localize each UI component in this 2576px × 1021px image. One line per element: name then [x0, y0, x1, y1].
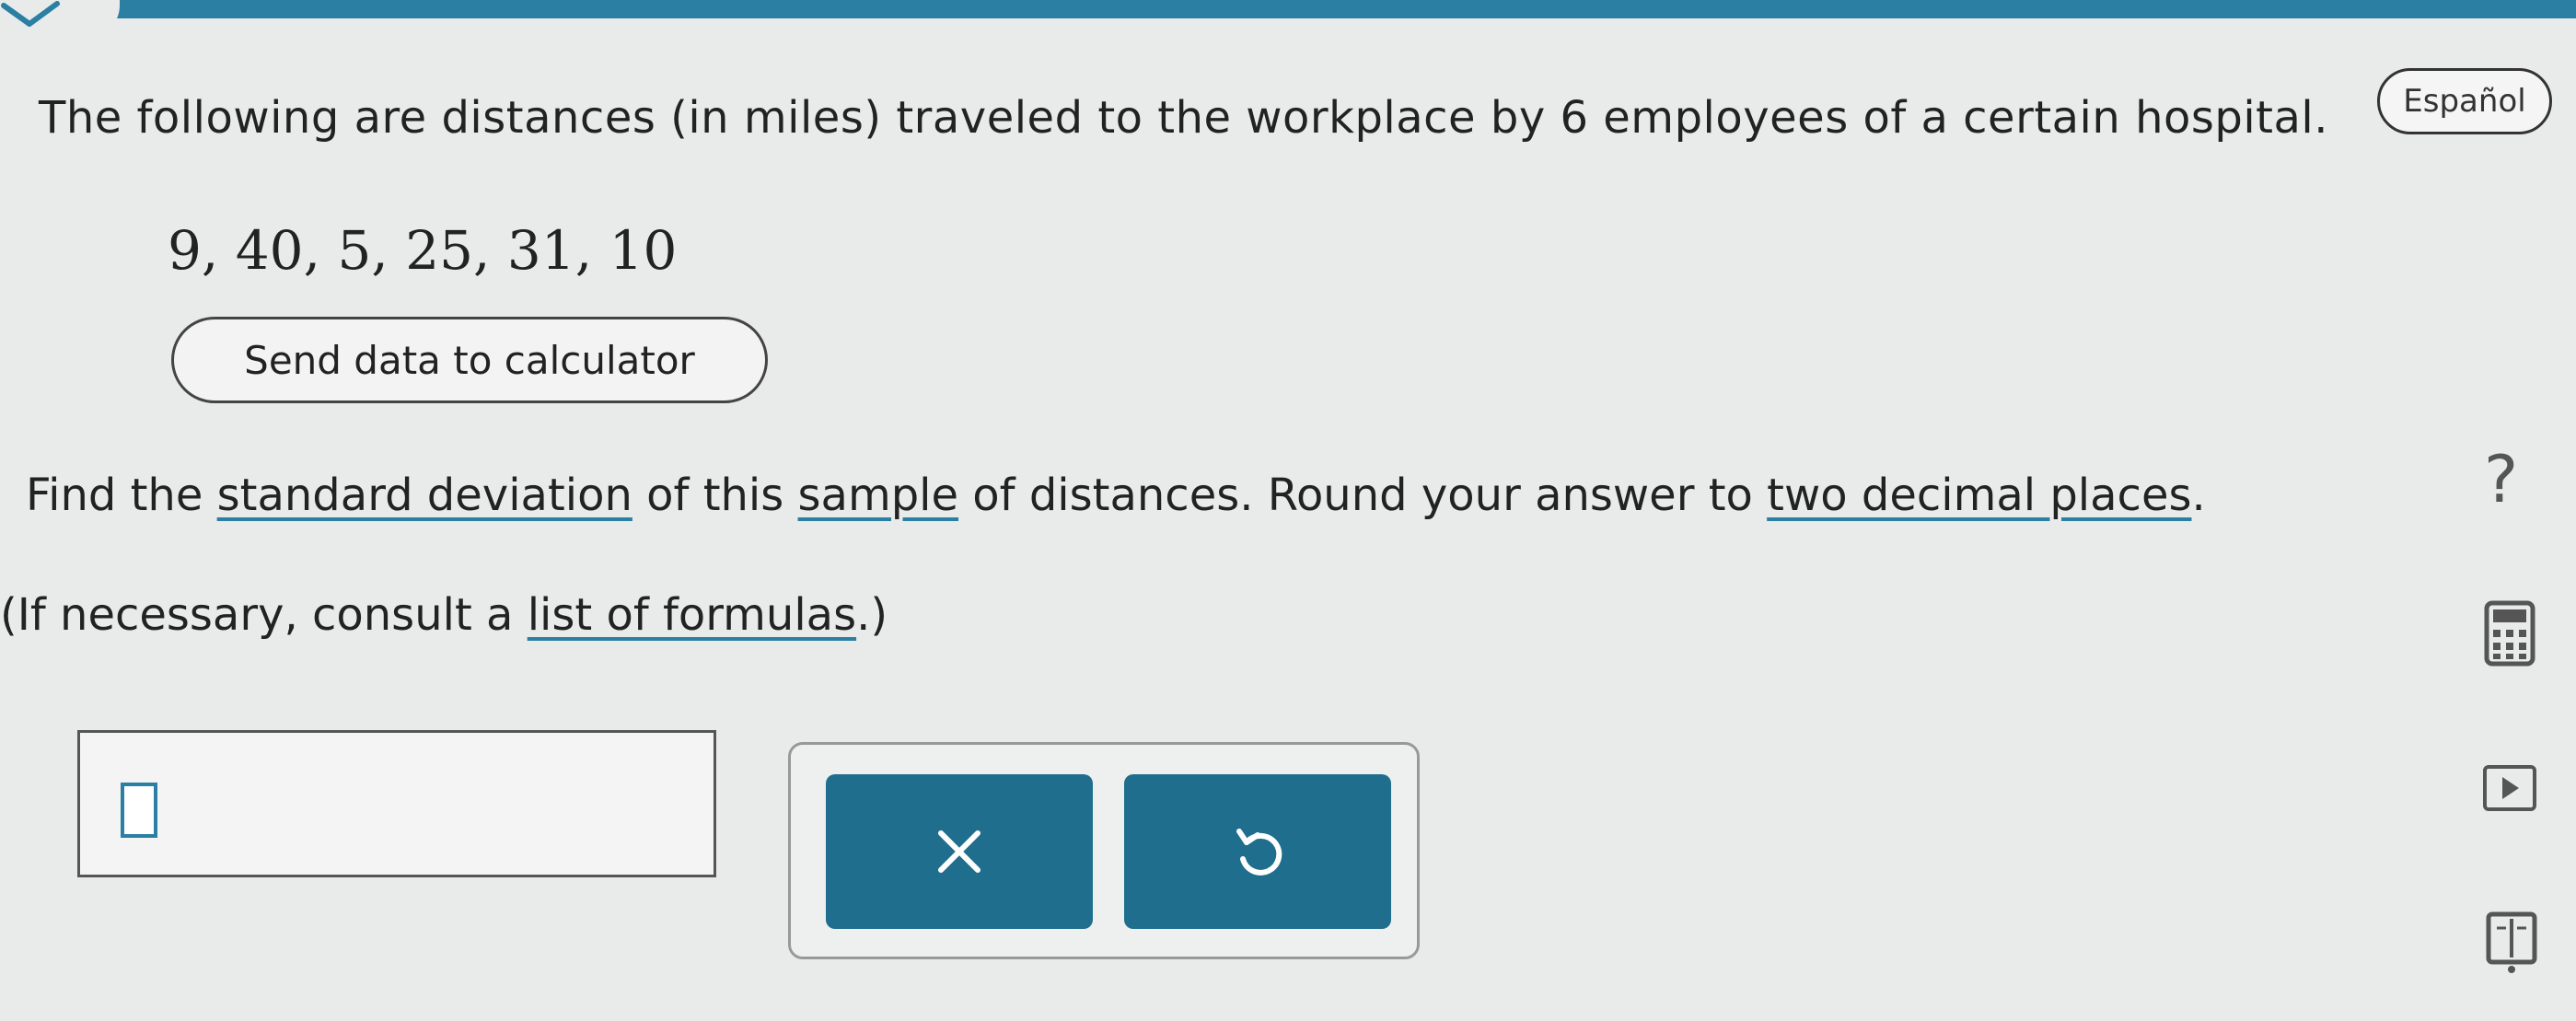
help-icon[interactable]: ? [2484, 442, 2518, 517]
play-icon[interactable] [2482, 764, 2537, 812]
data-set: 9, 40, 5, 25, 31, 10 [168, 219, 678, 282]
book-icon[interactable] [2486, 911, 2537, 974]
formulas-prefix: (If necessary, consult a [0, 589, 528, 641]
clear-button[interactable] [826, 774, 1093, 929]
calculator-icon[interactable] [2484, 600, 2535, 667]
clear-icon [938, 830, 981, 873]
language-button[interactable]: Español [2377, 68, 2552, 134]
standard-deviation-link[interactable]: standard deviation [217, 470, 632, 521]
send-data-label: Send data to calculator [244, 337, 695, 383]
answer-input[interactable] [77, 730, 716, 877]
decimal-places-link[interactable]: two decimal places [1767, 470, 2191, 521]
instruction-part4: . [2191, 470, 2206, 521]
instruction-text: Find the standard deviation of this samp… [26, 470, 2206, 521]
instruction-part3: of distances. Round your answer to [958, 470, 1768, 521]
instruction-part1: Find the [26, 470, 217, 521]
send-data-button[interactable]: Send data to calculator [171, 317, 768, 403]
top-bar [0, 0, 2576, 18]
input-cursor-box[interactable] [121, 783, 157, 838]
chevron-down-icon[interactable] [0, 0, 64, 31]
action-panel [788, 742, 1420, 959]
problem-statement: The following are distances (in miles) t… [39, 92, 2328, 144]
formulas-link[interactable]: list of formulas [528, 589, 856, 641]
menu-tab[interactable] [0, 0, 120, 37]
formulas-suffix: .) [856, 589, 888, 641]
instruction-part2: of this [632, 470, 798, 521]
undo-icon [1236, 829, 1282, 876]
formulas-text: (If necessary, consult a list of formula… [0, 589, 888, 641]
undo-button[interactable] [1124, 774, 1391, 929]
sample-link[interactable]: sample [798, 470, 959, 521]
